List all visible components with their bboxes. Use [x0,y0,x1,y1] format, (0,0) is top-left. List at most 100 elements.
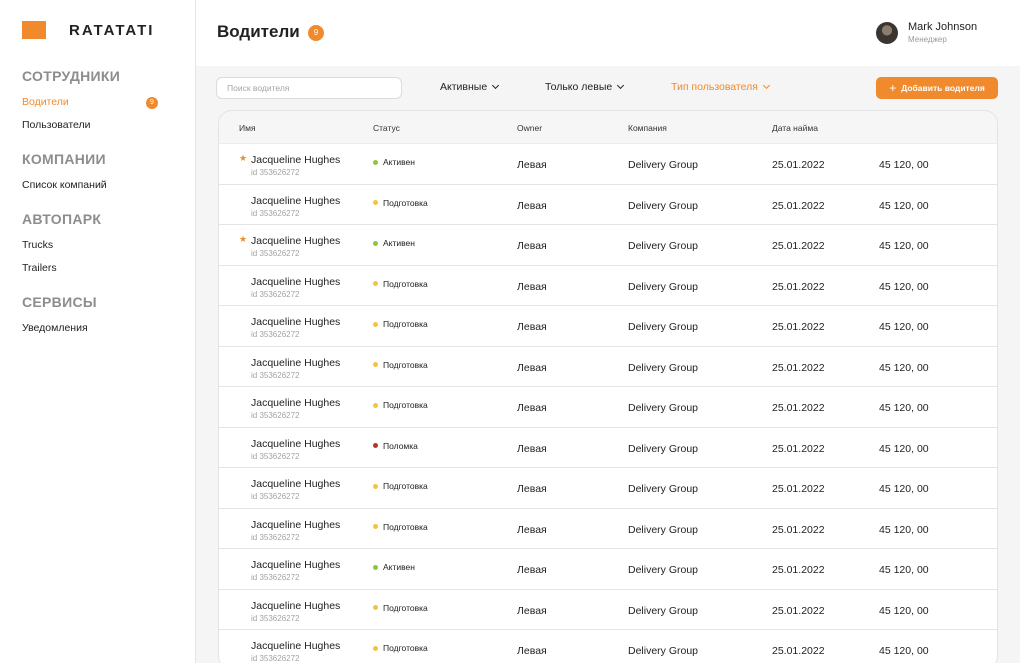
filter-active-dropdown[interactable]: Активные [440,81,500,93]
sidebar-item-label: Trucks [22,239,54,251]
table-row[interactable]: Jacqueline Hughes id 353626272 Подготовка Л… [219,306,997,347]
sidebar-item-notifications[interactable]: Уведомления [22,317,182,340]
star-icon[interactable]: ★ [239,234,247,245]
status-badge: Подготовка [373,279,428,289]
table-row[interactable]: Jacqueline Hughes id 353626272 Подготовка Л… [219,468,997,509]
driver-name[interactable]: Jacqueline Hughes [251,195,340,207]
driver-name[interactable]: Jacqueline Hughes [251,357,340,369]
driver-name[interactable]: Jacqueline Hughes [251,438,340,450]
sidebar-item-companies[interactable]: Список компаний [22,174,182,197]
status-dot-icon [373,605,378,610]
company-cell: Delivery Group [628,159,699,171]
column-header-status[interactable]: Статус [373,123,400,133]
status-badge: Подготовка [373,643,428,653]
status-label: Поломка [383,440,418,451]
hire-date-cell: 25.01.2022 [772,321,825,333]
sidebar-item-trucks[interactable]: Trucks [22,234,182,257]
driver-id: id 353626272 [251,168,300,177]
status-dot-icon [373,645,378,651]
amount-cell: 45 120, 00 [879,159,929,171]
status-badge: Подготовка [373,319,428,329]
amount-cell: 45 120, 00 [879,240,929,252]
status-badge: Подготовка [373,522,428,532]
hire-date-cell: 25.01.2022 [772,483,825,495]
driver-name[interactable]: Jacqueline Hughes [251,478,340,490]
drivers-table: Имя Статус Owner Компания Дата найма ★ Ja… [218,110,998,663]
table-row[interactable]: Jacqueline Hughes id 353626272 Подготовка Л… [219,630,997,663]
nav-section-title: КОМПАНИИ [22,151,106,167]
chevron-down-icon [762,81,770,90]
chevron-down-icon [492,81,500,90]
sidebar-item-label: Пользователи [22,119,91,131]
driver-name[interactable]: Jacqueline Hughes [251,154,340,166]
driver-name[interactable]: Jacqueline Hughes [251,640,340,652]
owner-cell: Левая [517,483,547,495]
hire-date-cell: 25.01.2022 [772,523,825,536]
status-dot-icon [373,200,378,205]
filter-user-type-dropdown[interactable]: Тип пользователя [671,81,770,93]
search-input[interactable] [216,77,402,99]
driver-id: id 353626272 [251,289,300,299]
sidebar-item-trailers[interactable]: Trailers [22,257,182,280]
driver-id: id 353626272 [251,370,300,380]
table-row[interactable]: Jacqueline Hughes id 353626272 Подготовка Л… [219,508,997,549]
status-badge: Активен [373,238,415,248]
user-menu[interactable]: Mark Johnson Менеджер [876,21,977,44]
column-header-owner[interactable]: Owner [517,123,542,133]
toolbar: Активные Только левые Тип пользователя +… [196,66,1020,110]
driver-name[interactable]: Jacqueline Hughes [251,397,340,409]
table-row[interactable]: Jacqueline Hughes id 353626272 Активен Лева… [219,549,997,590]
hire-date-cell: 25.01.2022 [772,564,825,576]
sidebar-item-users[interactable]: Пользователи [22,114,182,137]
star-icon[interactable]: ★ [239,153,247,164]
column-header-name[interactable]: Имя [239,123,256,133]
table-row[interactable]: ★ Jacqueline Hughes id 353626272 Активен Лев… [219,144,997,185]
plus-icon: + [889,81,897,95]
driver-cell: Jacqueline Hughes id 353626272 [251,276,340,299]
table-row[interactable]: Jacqueline Hughes id 353626272 Подготовка Л… [219,346,997,387]
hire-date-cell: 25.01.2022 [772,280,825,293]
add-driver-button[interactable]: + Добавить водителя [876,77,998,99]
filter-left-only-dropdown[interactable]: Только левые [545,81,625,93]
driver-name[interactable]: Jacqueline Hughes [251,316,340,328]
status-dot-icon [373,483,378,489]
owner-cell: Левая [517,199,547,212]
driver-name[interactable]: Jacqueline Hughes [251,519,340,531]
table-row[interactable]: Jacqueline Hughes id 353626272 Подготовка Л… [219,387,997,428]
hire-date-cell: 25.01.2022 [772,442,825,455]
table-header: Имя Статус Owner Компания Дата найма [219,111,997,144]
status-dot-icon [373,402,378,408]
sidebar-item-drivers[interactable]: Водители 9 [22,91,182,114]
table-row[interactable]: Jacqueline Hughes id 353626272 Подготовка Л… [219,265,997,306]
table-row[interactable]: ★ Jacqueline Hughes id 353626272 Активен Лев… [219,225,997,266]
status-dot-icon [373,524,378,529]
table-row[interactable]: Jacqueline Hughes id 353626272 Подготовка Л… [219,184,997,225]
page-title: Водители [217,22,300,41]
table-row[interactable]: Jacqueline Hughes id 353626272 Подготовка Л… [219,589,997,630]
avatar[interactable] [876,21,898,44]
add-driver-label: Добавить водителя [901,83,985,93]
filter-label: Только левые [545,81,613,93]
driver-name[interactable]: Jacqueline Hughes [251,600,340,612]
amount-cell: 45 120, 00 [879,564,929,576]
logo-text: RATATATI [69,21,155,39]
chevron-down-icon [617,81,625,90]
driver-name[interactable]: Jacqueline Hughes [251,235,340,247]
user-info: Mark Johnson Менеджер [908,21,977,44]
driver-name[interactable]: Jacqueline Hughes [251,276,340,288]
company-cell: Delivery Group [628,564,699,576]
company-cell: Delivery Group [628,442,699,455]
logo[interactable]: RATATATI [22,21,154,39]
table-row[interactable]: Jacqueline Hughes id 353626272 Поломка Лева… [219,427,997,468]
company-cell: Delivery Group [628,321,699,333]
amount-cell: 45 120, 00 [879,645,929,657]
owner-cell: Левая [517,523,547,536]
status-label: Подготовка [383,359,428,370]
status-badge: Подготовка [373,360,428,370]
amount-cell: 45 120, 00 [879,361,929,374]
column-header-company[interactable]: Компания [628,123,667,133]
column-header-hire-date[interactable]: Дата найма [772,123,818,133]
driver-cell: Jacqueline Hughes id 353626272 [251,478,340,501]
status-dot-icon [373,240,378,246]
driver-name[interactable]: Jacqueline Hughes [251,559,340,571]
